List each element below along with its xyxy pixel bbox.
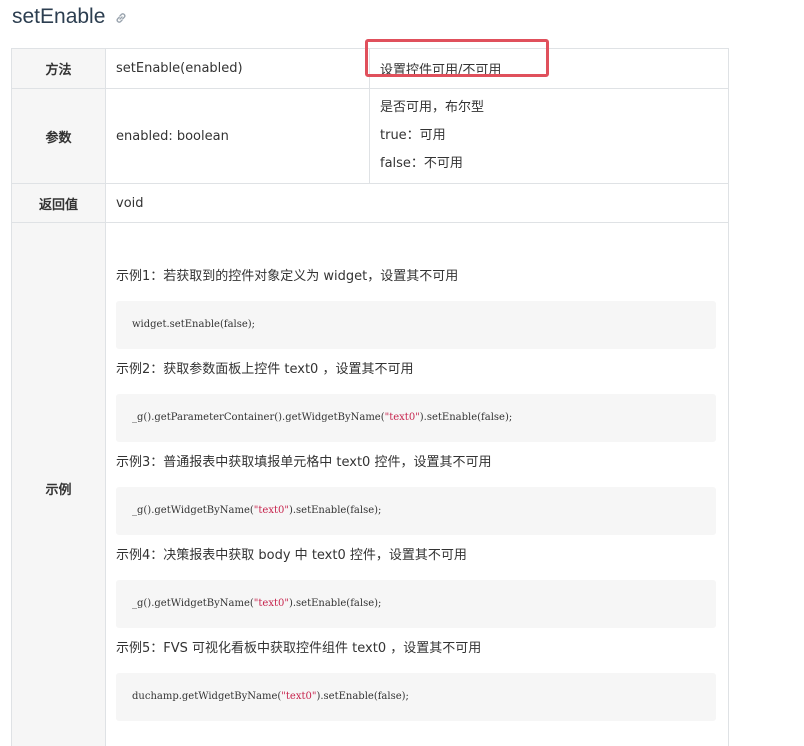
api-table: 方法 setEnable(enabled) 设置控件可用/不可用 参数 enab…: [11, 48, 729, 746]
example-title: 示例2：获取参数面板上控件 text0 ，设置其不可用: [116, 361, 414, 377]
return-value: void: [105, 183, 729, 223]
param-line: false：不可用: [380, 156, 463, 171]
row-method: 方法 setEnable(enabled) 设置控件可用/不可用: [11, 48, 729, 89]
row-return: 返回值 void: [11, 183, 729, 223]
params-label: 参数: [11, 88, 106, 184]
examples-cell: 示例1：若获取到的控件对象定义为 widget，设置其不可用 widget.se…: [105, 222, 729, 746]
method-description: 设置控件可用/不可用: [369, 48, 729, 89]
code-block: _g().getWidgetByName("text0").setEnable(…: [116, 486, 716, 535]
row-params: 参数 enabled: boolean 是否可用，布尔型 true：可用 fal…: [11, 88, 729, 184]
example-5: 示例5：FVS 可视化看板中获取控件组件 text0 ，设置其不可用 ducha…: [116, 638, 718, 721]
params-value: enabled: boolean: [105, 88, 370, 184]
example-1: 示例1：若获取到的控件对象定义为 widget，设置其不可用 widget.se…: [116, 266, 718, 349]
example-4: 示例4：决策报表中获取 body 中 text0 控件，设置其不可用 _g().…: [116, 545, 718, 628]
method-signature: setEnable(enabled): [105, 48, 370, 89]
page-title: setEnable: [12, 5, 106, 28]
return-label: 返回值: [11, 183, 106, 223]
code-block: duchamp.getWidgetByName("text0").setEnab…: [116, 672, 716, 721]
example-title: 示例3：普通报表中获取填报单元格中 text0 控件，设置其不可用: [116, 454, 492, 470]
code-block: _g().getWidgetByName("text0").setEnable(…: [116, 579, 716, 628]
example-title: 示例1：若获取到的控件对象定义为 widget，设置其不可用: [116, 268, 459, 284]
row-examples: 示例 示例1：若获取到的控件对象定义为 widget，设置其不可用 widget…: [11, 222, 729, 746]
example-2: 示例2：获取参数面板上控件 text0 ，设置其不可用 _g().getPara…: [116, 359, 718, 442]
code-block: widget.setEnable(false);: [116, 300, 716, 349]
params-description: 是否可用，布尔型 true：可用 false：不可用: [369, 88, 729, 184]
method-label: 方法: [11, 48, 106, 89]
link-icon[interactable]: [114, 10, 128, 24]
example-3: 示例3：普通报表中获取填报单元格中 text0 控件，设置其不可用 _g().g…: [116, 452, 718, 535]
param-line: true：可用: [380, 128, 446, 143]
code-block: _g().getParameterContainer().getWidgetBy…: [116, 393, 716, 442]
examples-label: 示例: [11, 222, 106, 746]
param-line: 是否可用，布尔型: [380, 100, 485, 115]
example-title: 示例4：决策报表中获取 body 中 text0 控件，设置其不可用: [116, 547, 467, 563]
example-title: 示例5：FVS 可视化看板中获取控件组件 text0 ，设置其不可用: [116, 640, 482, 656]
doc-page: setEnable 方法 setEnable(enabled) 设置控件可用/不…: [0, 0, 804, 746]
api-heading: setEnable: [12, 2, 128, 32]
